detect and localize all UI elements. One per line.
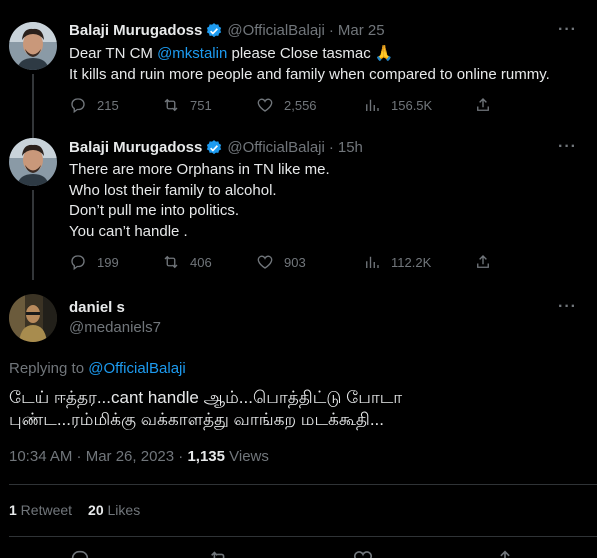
retweet-count: 751 (190, 97, 212, 113)
retweet-count: 1 (9, 502, 17, 518)
reply-icon (71, 98, 85, 114)
reply-count: 199 (97, 254, 119, 270)
like-count: 2,556 (284, 97, 317, 113)
share-icon[interactable] (494, 548, 516, 558)
main-tweet-actions (0, 546, 597, 558)
share-icon (477, 255, 489, 268)
retweet-icon[interactable] (208, 548, 230, 558)
more-icon[interactable]: ··· (558, 298, 577, 316)
reply-button[interactable]: 215 (69, 96, 119, 114)
tweet-text-line: It kills and ruin more people and family… (69, 65, 550, 83)
tweet-time[interactable]: Mar 25 (338, 21, 385, 41)
views-button[interactable]: 156.5K (363, 96, 432, 114)
tweet-text-line: Who lost their family to alcohol. (69, 181, 277, 199)
replying-to: Replying to @OfficialBalaji (9, 359, 186, 379)
views-count: 156.5K (391, 97, 433, 113)
author-name[interactable]: Balaji Murugadoss (69, 21, 202, 41)
reply-icon[interactable] (69, 548, 91, 558)
tweet-2[interactable]: Balaji Murugadoss @OfficialBalaji · 15h … (0, 130, 597, 280)
views-icon (366, 99, 379, 111)
views-icon (366, 256, 379, 268)
share-button[interactable] (474, 96, 492, 114)
share-icon (477, 98, 489, 111)
main-tweet-text: டேய் ஈத்தர...cant handle ஆம்...பொத்திட்ட… (9, 387, 402, 431)
views-count: 112.2K (391, 254, 432, 270)
reply-button[interactable]: 199 (69, 253, 119, 271)
tweet-text: There are more Orphans in TN like me. Wh… (69, 160, 585, 242)
likes-stat[interactable]: 20 Likes (88, 502, 140, 518)
views-button[interactable]: 112.2K (363, 253, 431, 271)
author-handle[interactable]: @OfficialBalaji (227, 21, 325, 41)
tweet-text-prefix: Dear TN CM (69, 45, 158, 62)
timestamp[interactable]: 10:34 AM · Mar 26, 2023 · (9, 448, 187, 465)
tweet-time[interactable]: 15h (338, 138, 363, 158)
tweet-text-suffix: please Close tasmac 🙏 (227, 45, 394, 62)
retweet-icon (164, 255, 178, 269)
tweet-text-line: டேய் ஈத்தர...cant handle ஆம்...பொத்திட்ட… (9, 388, 403, 407)
heart-icon[interactable] (352, 548, 374, 558)
tweet-header: Balaji Murugadoss @OfficialBalaji · 15h (69, 138, 363, 158)
author-name[interactable]: Balaji Murugadoss (69, 138, 202, 158)
heart-icon (257, 98, 273, 112)
tweet-actions: 199 406 903 112.2K (69, 252, 493, 272)
thread-line (32, 74, 34, 130)
reply-count: 215 (97, 97, 119, 113)
replying-to-label: Replying to (9, 360, 89, 377)
divider (9, 484, 597, 485)
separator-dot: · (328, 22, 334, 39)
tweet-text: Dear TN CM @mkstalin please Close tasmac… (69, 44, 585, 85)
divider (9, 536, 597, 537)
more-icon[interactable]: ··· (558, 21, 577, 39)
likes-label: Likes (103, 502, 141, 518)
more-icon[interactable]: ··· (558, 138, 577, 156)
avatar[interactable] (9, 294, 57, 342)
tweet-text-line: Don’t pull me into politics. (69, 202, 240, 219)
thread-line (32, 190, 34, 280)
retweet-button[interactable]: 751 (162, 96, 212, 114)
retweet-button[interactable]: 406 (162, 253, 212, 271)
tweet-text-line: புண்ட...ரம்மிக்கு வக்காளத்து வாங்கற மடக்… (9, 410, 385, 429)
replying-to-link[interactable]: @OfficialBalaji (88, 360, 186, 377)
verified-badge-icon (205, 139, 223, 157)
avatar[interactable] (9, 22, 57, 70)
avatar[interactable] (9, 138, 57, 186)
like-count: 903 (284, 254, 306, 270)
tweet-text-line: There are more Orphans in TN like me. (69, 161, 330, 178)
like-button[interactable]: 2,556 (256, 96, 317, 114)
author-handle[interactable]: @OfficialBalaji (227, 138, 325, 158)
views-count: 1,135 (187, 448, 225, 465)
share-button[interactable] (474, 253, 492, 271)
tweet-text-line: You can’t handle . (69, 222, 188, 240)
mention-link[interactable]: @mkstalin (157, 45, 227, 62)
tweet-header: Balaji Murugadoss @OfficialBalaji · Mar … (69, 21, 385, 41)
likes-count: 20 (88, 502, 104, 518)
retweet-label: Retweet (16, 502, 73, 518)
retweet-count: 406 (190, 254, 212, 270)
author-name[interactable]: daniel s (69, 298, 125, 318)
tweet-actions: 215 751 2,556 156.5K (69, 95, 493, 115)
thread-line (32, 130, 34, 138)
tweet-meta: 10:34 AM · Mar 26, 2023 · 1,135 Views (9, 447, 269, 467)
tweet-1[interactable]: Balaji Murugadoss @OfficialBalaji · Mar … (0, 0, 597, 130)
verified-badge-icon (205, 22, 223, 40)
heart-icon (257, 255, 273, 269)
retweet-icon (164, 98, 178, 112)
separator-dot: · (328, 139, 334, 156)
views-label: Views (224, 448, 269, 465)
reply-icon (71, 255, 85, 271)
like-button[interactable]: 903 (256, 253, 306, 271)
retweets-stat[interactable]: 1 Retweet (9, 502, 72, 518)
engagement-stats: 1 Retweet 20 Likes (9, 500, 140, 520)
author-handle[interactable]: @medaniels7 (69, 318, 161, 338)
